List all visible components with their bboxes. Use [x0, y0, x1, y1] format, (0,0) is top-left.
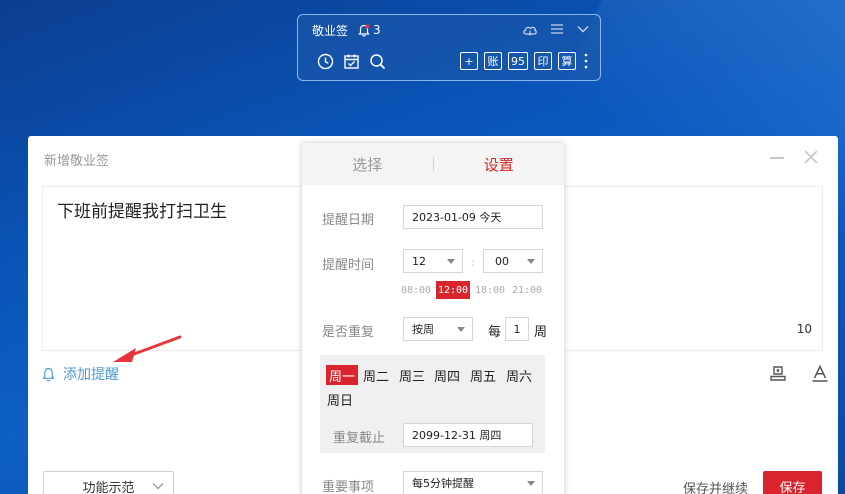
time-preset[interactable]: 08:00: [399, 281, 433, 299]
minute-value: 00: [495, 254, 509, 268]
note-text[interactable]: 下班前提醒我打扫卫生: [57, 197, 227, 222]
repeat-end-label: 重复截止: [333, 431, 386, 446]
calculator-95-button[interactable]: 95: [508, 52, 528, 70]
important-value: 每5分钟提醒: [412, 477, 474, 490]
calendar-button[interactable]: [342, 52, 360, 70]
cloud-sync-icon[interactable]: [522, 23, 538, 37]
toolbar-top-row: 敬业签 3: [312, 20, 590, 40]
toolbar-window-controls: [522, 23, 590, 37]
repeat-select[interactable]: 按周: [403, 317, 473, 341]
color-icon[interactable]: [768, 364, 788, 384]
calculate-button[interactable]: 算: [558, 52, 576, 70]
hour-value: 12: [412, 254, 426, 268]
bell-icon: [42, 367, 55, 381]
demo-select[interactable]: 功能示范: [43, 471, 174, 494]
reminder-date-field[interactable]: 2023-01-09 今天: [403, 205, 543, 229]
tab-select[interactable]: 选择: [302, 143, 433, 185]
important-select[interactable]: 每5分钟提醒: [403, 471, 543, 494]
hour-select[interactable]: 12: [403, 249, 463, 273]
bell-icon: [358, 24, 370, 37]
weekday-panel: 周一 周二 周三 周四 周五 周六 周日 重复截止 2099-12-31 周四: [320, 355, 545, 453]
time-presets: 08:00 12:00 18:00 21:00: [399, 281, 544, 299]
toolbar-title: 敬业签: [312, 23, 349, 38]
reminder-time-label: 提醒时间: [322, 258, 375, 273]
every-label: 每: [488, 325, 502, 340]
time-separator: :: [471, 256, 475, 269]
font-icon[interactable]: [810, 364, 830, 384]
add-note-button[interactable]: +: [460, 52, 478, 70]
weekday-sat[interactable]: 周六: [503, 365, 535, 385]
caret-down-icon: [527, 259, 535, 264]
weekday-tue[interactable]: 周二: [360, 365, 392, 385]
repeat-value: 按周: [412, 323, 434, 336]
weekday-wed[interactable]: 周三: [396, 365, 428, 385]
more-vertical-icon[interactable]: [582, 52, 590, 70]
time-preset-selected[interactable]: 12:00: [436, 281, 470, 299]
reminder-date-label: 提醒日期: [322, 213, 375, 228]
reminder-count: 3: [373, 23, 381, 37]
ledger-button[interactable]: 账: [484, 52, 502, 70]
reminder-settings-popup: 选择 设置 提醒日期 2023-01-09 今天 提醒时间 12 : 00 08…: [302, 143, 564, 494]
interval-unit-label: 周: [534, 325, 548, 340]
demo-select-value: 功能示范: [82, 480, 135, 494]
time-preset[interactable]: 21:00: [510, 281, 544, 299]
search-button[interactable]: [368, 52, 386, 70]
caret-down-icon: [457, 327, 465, 332]
close-icon[interactable]: [802, 148, 820, 166]
menu-icon[interactable]: [550, 23, 564, 35]
repeat-end-field[interactable]: 2099-12-31 周四: [403, 423, 533, 447]
save-button[interactable]: 保存: [763, 471, 822, 494]
weekday-sun[interactable]: 周日: [324, 389, 356, 409]
add-reminder-label: 添加提醒: [63, 367, 119, 383]
weekday-mon[interactable]: 周一: [326, 365, 359, 385]
clock-button[interactable]: [316, 52, 334, 70]
minimize-icon[interactable]: [770, 157, 784, 159]
clock-icon: [317, 53, 333, 69]
repeat-interval-input[interactable]: 1: [505, 317, 529, 341]
caret-down-icon: [447, 259, 455, 264]
repeat-label: 是否重复: [322, 325, 375, 340]
sticky-note-toolbar: 敬业签 3 + 账 95 印 算: [297, 14, 601, 81]
time-preset[interactable]: 18:00: [473, 281, 507, 299]
weekday-thu[interactable]: 周四: [431, 365, 463, 385]
tab-settings[interactable]: 设置: [434, 143, 565, 185]
search-icon: [369, 53, 385, 69]
add-reminder-link[interactable]: 添加提醒: [42, 364, 119, 384]
minute-select[interactable]: 00: [483, 249, 543, 273]
dialog-title: 新增敬业签: [44, 154, 110, 169]
popup-tabs: 选择 设置: [302, 143, 564, 185]
save-and-continue-button[interactable]: 保存并继续: [683, 478, 748, 494]
editor-tools: [768, 364, 830, 384]
weekday-fri[interactable]: 周五: [467, 365, 499, 385]
char-count: 10: [796, 322, 812, 336]
chevron-down-icon: [152, 483, 164, 490]
important-label: 重要事项: [322, 480, 375, 494]
reminder-indicator[interactable]: 3: [358, 23, 381, 37]
calendar-check-icon: [343, 54, 359, 69]
caret-down-icon: [527, 481, 535, 486]
print-button[interactable]: 印: [534, 52, 552, 70]
chevron-down-icon[interactable]: [576, 23, 590, 35]
toolbar-bottom-row: + 账 95 印 算: [316, 51, 590, 71]
